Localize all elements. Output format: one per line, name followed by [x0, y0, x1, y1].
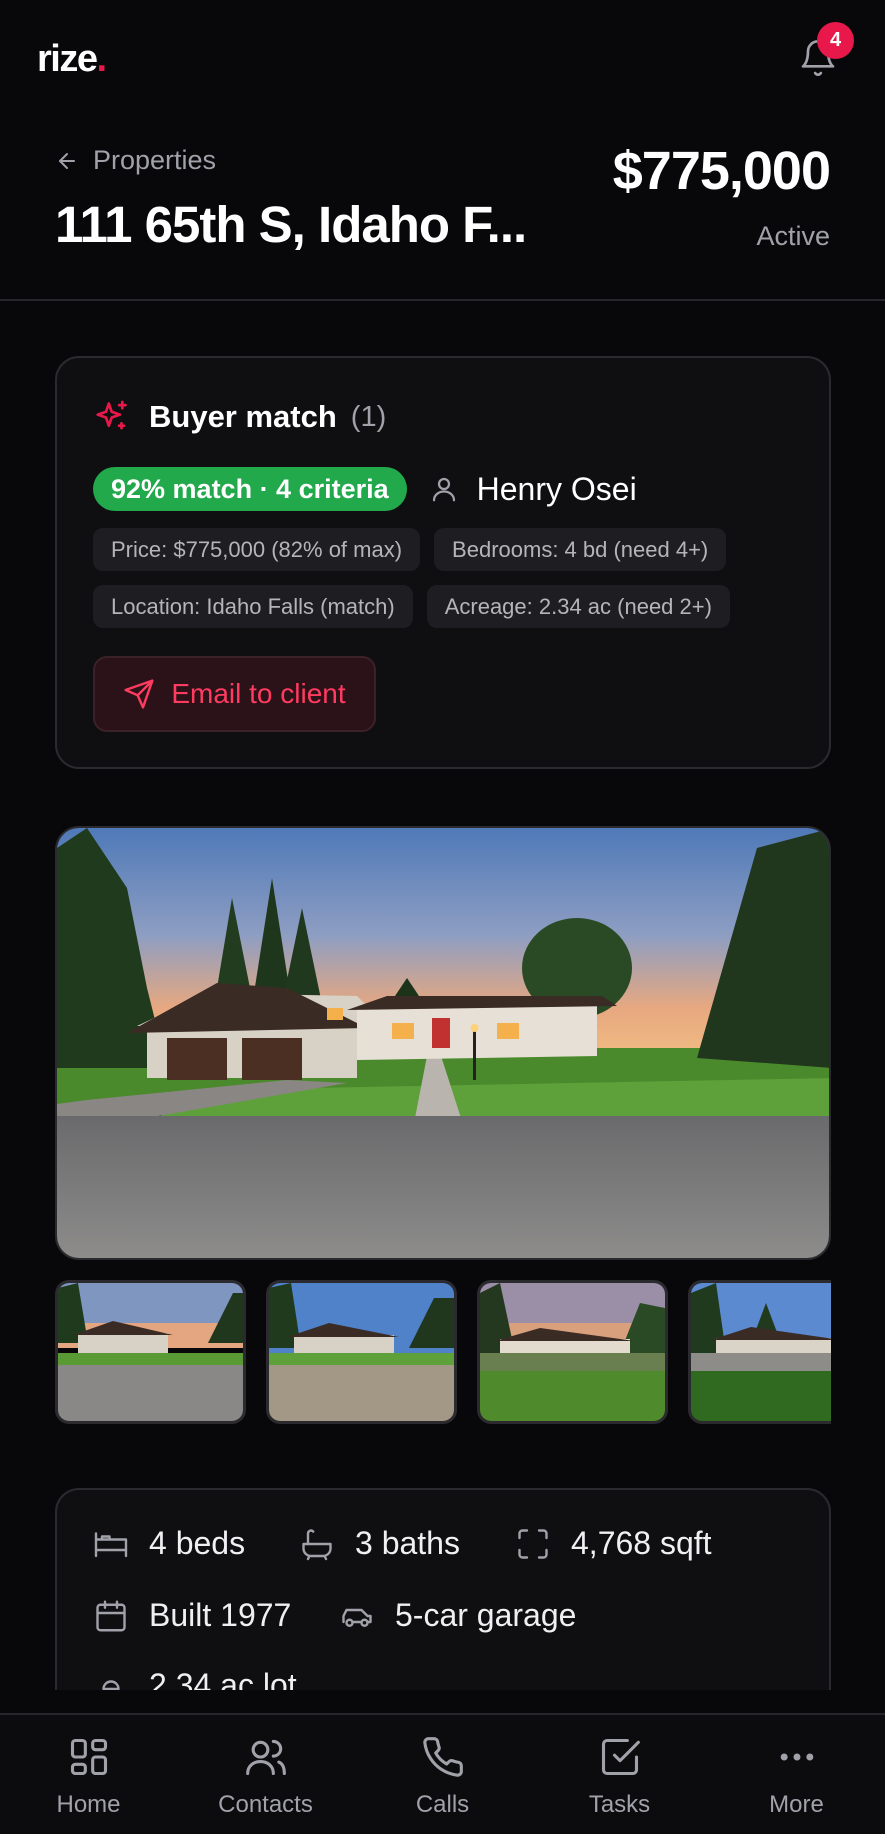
- email-to-client-button[interactable]: Email to client: [93, 656, 376, 732]
- thumbnail-image: [269, 1283, 454, 1421]
- spec-built-label: Built 1977: [149, 1597, 292, 1633]
- buyer-match-header: Buyer match (1): [93, 398, 386, 436]
- back-link-label: Properties: [93, 145, 217, 175]
- calendar-icon: [96, 1600, 126, 1631]
- criteria-chip-location: Location: Idaho Falls (match): [93, 585, 413, 628]
- property-status: Active: [756, 221, 830, 251]
- thumbnail-image: [58, 1283, 243, 1421]
- bath-icon: [302, 1528, 332, 1560]
- buyer-match-title: Buyer match: [149, 399, 337, 434]
- nav-contacts-label: Contacts: [218, 1791, 313, 1818]
- arrow-left-icon: [59, 152, 75, 169]
- buyer-match-card: Buyer match (1) 92% match · 4 criteria H…: [55, 356, 831, 769]
- match-score-badge: 92% match · 4 criteria: [93, 467, 407, 511]
- spec-beds-label: 4 beds: [149, 1525, 246, 1561]
- bed-icon: [94, 1531, 128, 1557]
- criteria-chip-acreage: Acreage: 2.34 ac (need 2+): [426, 585, 730, 628]
- nav-contacts[interactable]: Contacts: [177, 1715, 354, 1834]
- photo-thumbnails: [55, 1280, 831, 1424]
- sparkles-icon: [96, 400, 127, 430]
- spec-garage: 5-car garage: [339, 1597, 576, 1634]
- bottom-nav: Home Contacts Calls Tasks More: [0, 1713, 885, 1834]
- photo-thumbnail-1[interactable]: [55, 1280, 246, 1424]
- users-icon: [245, 1739, 286, 1776]
- nav-calls-label: Calls: [415, 1791, 470, 1818]
- nav-calls[interactable]: Calls: [354, 1715, 531, 1834]
- property-header: Properties 111 65th S, Idaho F... $775,0…: [0, 120, 885, 301]
- client-name[interactable]: Henry Osei: [477, 471, 637, 508]
- top-bar: rize. 4: [0, 0, 885, 120]
- buyer-match-count: (1): [350, 400, 387, 433]
- car-icon: [342, 1608, 372, 1627]
- nav-more-label: More: [769, 1791, 824, 1818]
- spec-baths: 3 baths: [299, 1525, 460, 1562]
- brand-dot: .: [96, 38, 107, 80]
- scroll-mask: [0, 1690, 885, 1714]
- brand-name: rize: [37, 38, 98, 80]
- phone-icon: [422, 1737, 463, 1777]
- nav-home[interactable]: Home: [0, 1715, 177, 1834]
- thumbnail-image: [480, 1283, 665, 1421]
- brand-logo[interactable]: rize.: [37, 38, 107, 81]
- photo-thumbnail-3[interactable]: [477, 1280, 668, 1424]
- spec-beds: 4 beds: [93, 1525, 245, 1562]
- spec-sqft: 4,768 sqft: [515, 1525, 712, 1562]
- criteria-chip-price: Price: $775,000 (82% of max): [93, 528, 421, 571]
- property-address: 111 65th S, Idaho F...: [55, 196, 527, 253]
- expand-icon: [518, 1528, 548, 1559]
- user-icon: [432, 477, 455, 502]
- checkbox-icon: [601, 1738, 640, 1776]
- grid-icon: [70, 1738, 107, 1776]
- criteria-chips: Price: $775,000 (82% of max) Bedrooms: 4…: [93, 528, 793, 628]
- email-button-label: Email to client: [171, 678, 346, 709]
- property-main-photo[interactable]: [55, 826, 831, 1260]
- back-link[interactable]: Properties: [55, 145, 216, 176]
- match-summary-row: 92% match · 4 criteria Henry Osei: [93, 467, 637, 511]
- spec-garage-label: 5-car garage: [395, 1597, 577, 1633]
- nav-tasks-label: Tasks: [588, 1791, 651, 1818]
- photo-thumbnail-2[interactable]: [266, 1280, 457, 1424]
- send-icon: [124, 679, 154, 709]
- property-price: $775,000: [612, 141, 831, 201]
- photo-thumbnail-4[interactable]: [688, 1280, 831, 1424]
- house-photo-image: [57, 828, 829, 1258]
- spec-built: Built 1977: [93, 1597, 291, 1634]
- criteria-chip-bedrooms: Bedrooms: 4 bd (need 4+): [434, 528, 727, 571]
- notification-badge: 4: [817, 22, 854, 59]
- nav-more[interactable]: More: [708, 1715, 885, 1834]
- nav-home-label: Home: [56, 1791, 121, 1818]
- spec-baths-label: 3 baths: [355, 1525, 460, 1561]
- nav-tasks[interactable]: Tasks: [531, 1715, 708, 1834]
- spec-sqft-label: 4,768 sqft: [571, 1525, 712, 1561]
- more-icon: [780, 1753, 813, 1761]
- thumbnail-image: [691, 1283, 831, 1421]
